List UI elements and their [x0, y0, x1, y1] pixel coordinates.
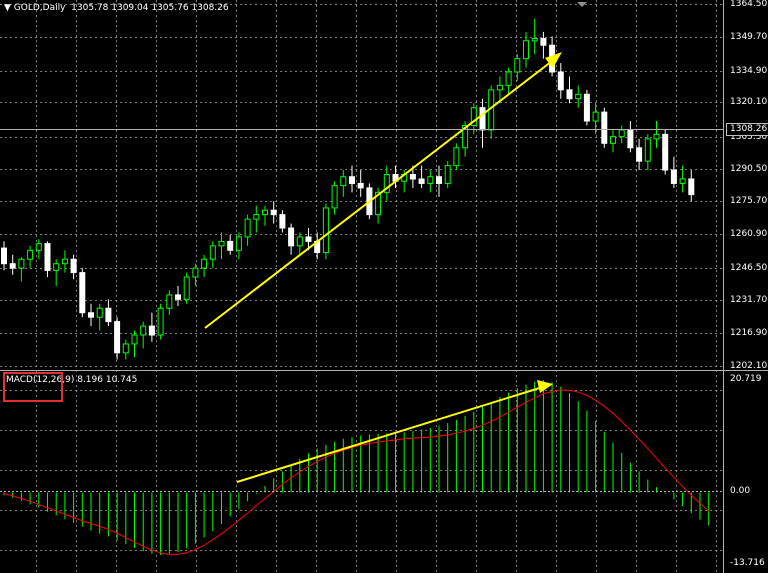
candle-body — [270, 209, 277, 216]
candle-body — [227, 240, 234, 251]
candle-body — [679, 178, 686, 184]
dropdown-arrow-icon[interactable]: ▼ — [4, 3, 11, 13]
macd-axis-top: 20.719 — [730, 374, 762, 384]
candle-body — [122, 343, 129, 354]
candle-body — [653, 133, 660, 140]
candle-body — [444, 165, 451, 184]
candle-body — [35, 243, 42, 251]
price-axis-label: 1246.50 — [730, 263, 768, 273]
candle-body — [235, 236, 242, 251]
candle-body — [427, 176, 434, 184]
candle-body — [157, 307, 164, 336]
candle-body — [540, 38, 547, 46]
candle-body — [436, 176, 442, 184]
candle-body — [662, 133, 669, 171]
candle-body — [140, 325, 147, 336]
candle-body — [418, 178, 425, 184]
candle-body — [331, 185, 338, 209]
price-axis-label: 1231.70 — [730, 295, 768, 305]
price-axis-label: 1364.50 — [730, 0, 768, 9]
current-price-tag: 1308.26 — [726, 123, 768, 136]
candle-body — [523, 40, 529, 60]
macd-highlight-box — [3, 372, 63, 402]
candle-body — [670, 169, 677, 184]
candle-body — [166, 294, 173, 309]
candle-body — [575, 93, 582, 100]
candle-body — [566, 89, 573, 100]
macd-axis-bottom: -13.716 — [730, 558, 765, 568]
candle-body — [688, 178, 695, 196]
ohlc-values: 1305.78 1309.04 1305.76 1308.26 — [71, 3, 229, 13]
candle-body — [644, 138, 651, 162]
candle-body — [505, 71, 512, 86]
price-axis-label: 1260.90 — [730, 229, 768, 239]
candle-body — [288, 227, 295, 247]
macd-trend-arrowhead — [537, 380, 553, 393]
candle-body — [70, 258, 77, 274]
candle-body — [1, 247, 7, 265]
candle-body — [131, 334, 138, 345]
candle-body — [479, 107, 486, 131]
candle-body — [305, 236, 312, 242]
candle-body — [9, 263, 16, 269]
candle-body — [296, 236, 303, 247]
candle-body — [114, 321, 121, 354]
price-axis-label: 1320.10 — [730, 97, 768, 107]
candle-body — [96, 307, 103, 318]
candle-body — [514, 58, 521, 73]
chart-header: ▼ GOLD,Daily 1305.78 1309.04 1305.76 130… — [4, 3, 229, 14]
price-axis-label: 1275.70 — [730, 196, 768, 206]
price-axis-label: 1349.70 — [730, 32, 768, 42]
candle-body — [279, 214, 286, 229]
candle-body — [201, 258, 208, 269]
candle-body — [79, 272, 86, 314]
candle-body — [209, 245, 216, 260]
candle-body — [340, 176, 347, 187]
candle-body — [349, 176, 355, 184]
price-trend-arrow — [204, 57, 557, 329]
candle-body — [557, 71, 564, 91]
candle-body — [636, 147, 643, 162]
candle-body — [409, 174, 416, 180]
candle-body — [262, 209, 268, 216]
candle-body — [105, 307, 112, 323]
candle-body — [148, 325, 155, 336]
price-axis-label: 1216.90 — [730, 328, 768, 338]
candle-body — [53, 263, 60, 271]
price-axis-label: 1290.50 — [730, 164, 768, 174]
candle-body — [531, 38, 538, 42]
candle-body — [88, 312, 94, 318]
candle-body — [453, 147, 460, 167]
symbol-title: GOLD,Daily — [13, 3, 66, 13]
candle-body — [601, 111, 608, 144]
candle-body — [244, 218, 251, 238]
candle-body — [583, 93, 590, 122]
candle-body — [496, 84, 503, 91]
price-axis-label: 1202.10 — [730, 361, 768, 371]
candle-body — [18, 258, 25, 269]
chart-canvas[interactable] — [0, 0, 768, 573]
candle-body — [618, 129, 625, 138]
candle-body — [253, 214, 260, 220]
grid — [0, 0, 723, 573]
candle-body — [357, 182, 364, 189]
candle-body — [627, 129, 634, 149]
candle-body — [175, 294, 181, 300]
candle-body — [44, 243, 51, 271]
candle-body — [27, 249, 34, 260]
candle-body — [218, 240, 225, 247]
candle-body — [592, 111, 599, 122]
macd-axis-zero: 0.00 — [730, 486, 751, 496]
candle-body — [610, 136, 616, 144]
price-axis-label: 1334.90 — [730, 66, 768, 76]
candle-body — [61, 258, 68, 265]
candle-body — [183, 276, 190, 300]
price-candles — [1, 18, 695, 360]
candle-body — [192, 267, 199, 278]
macd-signal-line — [3, 389, 710, 555]
candle-body — [322, 207, 329, 254]
